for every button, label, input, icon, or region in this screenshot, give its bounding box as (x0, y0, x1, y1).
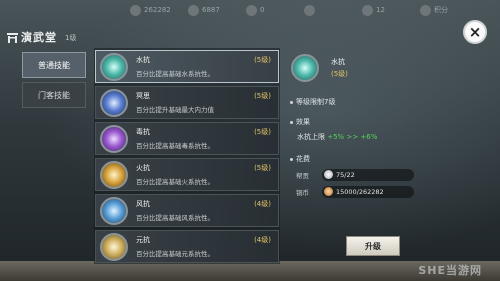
skill-desc: 百分比提高基础毒系抗性。 (136, 142, 214, 150)
tab-normal-skills[interactable]: 普通技能 (22, 52, 86, 78)
wind-resist-icon (100, 197, 128, 225)
skill-item-poison-resist[interactable]: 毒抗 百分比提高基础毒系抗性。 (5级) (95, 122, 279, 155)
upgrade-label: 升级 (365, 241, 381, 251)
ticket-icon (304, 4, 315, 16)
cost-label: 铜币 (296, 188, 309, 197)
currency-icon (130, 4, 141, 16)
points-icon (420, 4, 431, 16)
water-resist-icon (291, 54, 319, 82)
resource-value: 积分 (434, 6, 448, 14)
copper-coin-icon (324, 187, 333, 196)
skill-desc: 百分比提高基础水系抗性。 (136, 70, 214, 78)
requirement-text: 等级限制7级 (296, 98, 336, 106)
skill-item-element-resist[interactable]: 元抗 百分比提高基础元系抗性。 (4级) (95, 230, 279, 263)
cost-title: 花费 (296, 155, 310, 163)
resource-energy: 12 (362, 3, 420, 17)
resource-value: 12 (376, 6, 385, 14)
energy-icon (362, 4, 373, 16)
skill-item-fire-resist[interactable]: 火抗 百分比提高基础火系抗性。 (5级) (95, 158, 279, 191)
resource-value: 262282 (144, 6, 171, 14)
skill-item-wind-resist[interactable]: 风抗 百分比提高基础风系抗性。 (4级) (95, 194, 279, 227)
effect-to: +6% (360, 133, 378, 141)
skill-detail-panel: 水抗 (5级) 等级限制7级 效果 水抗上限 +5% >> +6% 花费 帮贡 … (286, 48, 416, 264)
page-header: 演武堂 1级 (6, 28, 76, 46)
bullet-icon (290, 100, 293, 104)
effect-label: 水抗上限 (297, 133, 325, 141)
tab-retainer-skills[interactable]: 门客技能 (22, 82, 86, 108)
cost-copper: 铜币 15000/262282 (296, 185, 414, 198)
page-title: 演武堂 (21, 31, 57, 44)
watermark: SHE当游网 (418, 264, 482, 277)
resource-value: 0 (260, 6, 265, 14)
cost-label: 帮贡 (296, 171, 309, 180)
effect-heading: 效果 (290, 117, 310, 127)
gate-icon (7, 32, 18, 43)
skill-list: 水抗 百分比提高基础水系抗性。 (5级) 冥思 百分比提升基础最大内力值 (5级… (94, 48, 280, 264)
skill-level: (5级) (254, 92, 271, 100)
resource-ticket (304, 3, 362, 17)
resource-token: 6887 (188, 3, 246, 17)
skill-name: 火抗 (136, 164, 150, 172)
tab-label: 门客技能 (38, 90, 70, 100)
resource-value: 6887 (202, 6, 220, 14)
bullet-icon (290, 157, 293, 161)
cost-heading: 花费 (290, 154, 310, 164)
contribution-icon (324, 170, 333, 179)
skill-item-meditation[interactable]: 冥思 百分比提升基础最大内力值 (5级) (95, 86, 279, 119)
level-requirement: 等级限制7级 (290, 97, 335, 107)
effect-line: 水抗上限 +5% >> +6% (297, 132, 377, 142)
skill-level: (4级) (254, 236, 271, 244)
effect-arrow: >> (346, 133, 359, 141)
element-resist-icon (100, 233, 128, 261)
skill-name: 元抗 (136, 236, 150, 244)
skill-desc: 百分比提高基础风系抗性。 (136, 214, 214, 222)
skill-name: 水抗 (136, 56, 150, 64)
cost-bar: 75/22 (322, 168, 414, 181)
skill-level: (5级) (254, 128, 271, 136)
skill-name: 风抗 (136, 200, 150, 208)
skill-desc: 百分比提高基础火系抗性。 (136, 178, 214, 186)
token-icon (188, 4, 199, 16)
skill-level: (4级) (254, 200, 271, 208)
tab-label: 普通技能 (38, 60, 70, 70)
skill-desc: 百分比提高基础元系抗性。 (136, 250, 214, 258)
skill-item-water-resist[interactable]: 水抗 百分比提高基础水系抗性。 (5级) (95, 50, 279, 83)
cost-value: 75/22 (336, 170, 355, 179)
cost-value: 15000/262282 (336, 187, 384, 196)
resource-points: 积分 (420, 3, 478, 17)
bullet-icon (290, 120, 293, 124)
skill-level: (5级) (254, 56, 271, 64)
cost-bar: 15000/262282 (322, 185, 414, 198)
cost-contribution: 帮贡 75/22 (296, 168, 414, 181)
gem-icon (246, 4, 257, 16)
skill-name: 冥思 (136, 92, 150, 100)
resource-bar: 262282 6887 0 12 积分 (130, 0, 500, 20)
resource-gem: 0 (246, 3, 304, 17)
poison-resist-icon (100, 125, 128, 153)
detail-skill-level: (5级) (331, 70, 348, 78)
close-button[interactable]: × (463, 20, 487, 44)
upgrade-button[interactable]: 升级 (346, 236, 400, 256)
skill-name: 毒抗 (136, 128, 150, 136)
water-resist-icon (100, 53, 128, 81)
resource-currency: 262282 (130, 3, 188, 17)
detail-skill-name: 水抗 (331, 58, 345, 66)
meditation-icon (100, 89, 128, 117)
effect-title: 效果 (296, 118, 310, 126)
effect-from: +5% (327, 133, 345, 141)
close-icon: × (468, 22, 482, 41)
skill-desc: 百分比提升基础最大内力值 (136, 106, 214, 114)
skill-level: (5级) (254, 164, 271, 172)
fire-resist-icon (100, 161, 128, 189)
hall-level: 1级 (65, 34, 77, 42)
